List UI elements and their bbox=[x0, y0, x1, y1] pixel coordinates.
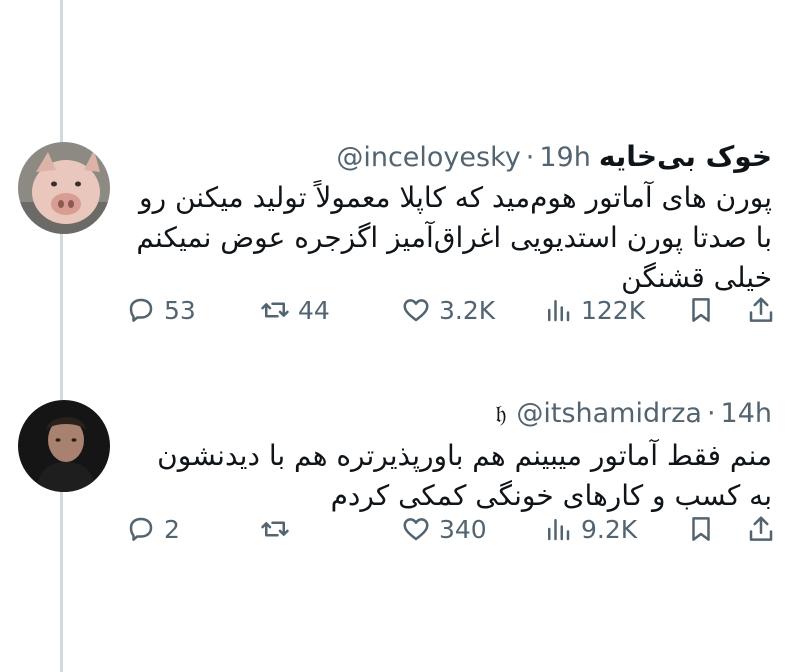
pig-avatar-icon bbox=[18, 142, 110, 234]
timestamp[interactable]: 19h bbox=[539, 142, 590, 173]
tweet-text-line: خیلی قشنگن bbox=[621, 261, 772, 294]
like-icon bbox=[403, 518, 429, 541]
reply-count: 2 bbox=[164, 514, 180, 544]
avatar[interactable] bbox=[18, 400, 110, 492]
reply-button[interactable]: 2 bbox=[126, 514, 180, 544]
like-count: 3.2K bbox=[439, 295, 496, 325]
tweet[interactable]: @inceloyesky · 19h خوک بی‌خایه پورن های … bbox=[0, 128, 800, 358]
display-name[interactable]: خوک بی‌خایه bbox=[599, 140, 772, 173]
share-icon bbox=[749, 516, 773, 541]
share-icon bbox=[749, 297, 773, 322]
view-count: 9.2K bbox=[581, 514, 638, 544]
tweet[interactable]: 𝔥 @itshamidrza · 14h منم فقط آماتور میبی… bbox=[0, 390, 800, 590]
tweet-header: @inceloyesky · 19h خوک بی‌خایه bbox=[336, 140, 772, 173]
timestamp[interactable]: 14h bbox=[721, 398, 772, 429]
share-button[interactable] bbox=[746, 514, 776, 544]
reply-icon bbox=[129, 517, 153, 541]
display-name[interactable]: 𝔥 bbox=[495, 400, 506, 428]
views-icon bbox=[548, 300, 570, 322]
like-count: 340 bbox=[439, 514, 487, 544]
repost-button[interactable] bbox=[260, 514, 298, 544]
bookmark-icon bbox=[692, 517, 710, 541]
like-button[interactable]: 3.2K bbox=[401, 295, 495, 325]
tweet-text-line: پورن های آماتور هوم‌مید که کاپلا معمولاً… bbox=[139, 181, 772, 214]
views-icon bbox=[548, 519, 570, 541]
person-avatar-icon bbox=[18, 400, 110, 492]
bookmark-button[interactable] bbox=[686, 514, 716, 544]
reply-button[interactable]: 53 bbox=[126, 295, 196, 325]
avatar[interactable] bbox=[18, 142, 110, 234]
view-count: 122K bbox=[581, 295, 646, 325]
tweet-text: منم فقط آماتور میبینم هم باورپذیرتره هم … bbox=[157, 436, 772, 516]
separator-dot: · bbox=[525, 142, 535, 173]
bookmark-icon bbox=[692, 298, 710, 322]
user-handle[interactable]: @inceloyesky bbox=[336, 142, 520, 173]
tweet-text-line: به کسب و کارهای خونگی کمکی کردم bbox=[330, 479, 772, 512]
repost-icon bbox=[261, 302, 289, 318]
tweet-text-line: منم فقط آماتور میبینم هم باورپذیرتره هم … bbox=[157, 439, 772, 472]
bookmark-button[interactable] bbox=[686, 295, 716, 325]
reply-icon bbox=[129, 298, 153, 322]
views-button[interactable]: 122K bbox=[543, 295, 645, 325]
share-button[interactable] bbox=[746, 295, 776, 325]
like-button[interactable]: 340 bbox=[401, 514, 487, 544]
views-button[interactable]: 9.2K bbox=[543, 514, 637, 544]
reply-count: 53 bbox=[164, 295, 196, 325]
user-handle[interactable]: @itshamidrza bbox=[516, 398, 702, 429]
tweet-text-line: با صدتا پورن استدیویی اغراق‌آمیز اگزجره … bbox=[136, 221, 772, 254]
repost-count: 44 bbox=[298, 295, 330, 325]
tweet-text: پورن های آماتور هوم‌مید که کاپلا معمولاً… bbox=[136, 178, 772, 298]
repost-icon bbox=[261, 521, 289, 537]
separator-dot: · bbox=[706, 398, 716, 429]
like-icon bbox=[403, 299, 429, 322]
tweet-header: 𝔥 @itshamidrza · 14h bbox=[495, 398, 772, 429]
repost-button[interactable]: 44 bbox=[260, 295, 330, 325]
